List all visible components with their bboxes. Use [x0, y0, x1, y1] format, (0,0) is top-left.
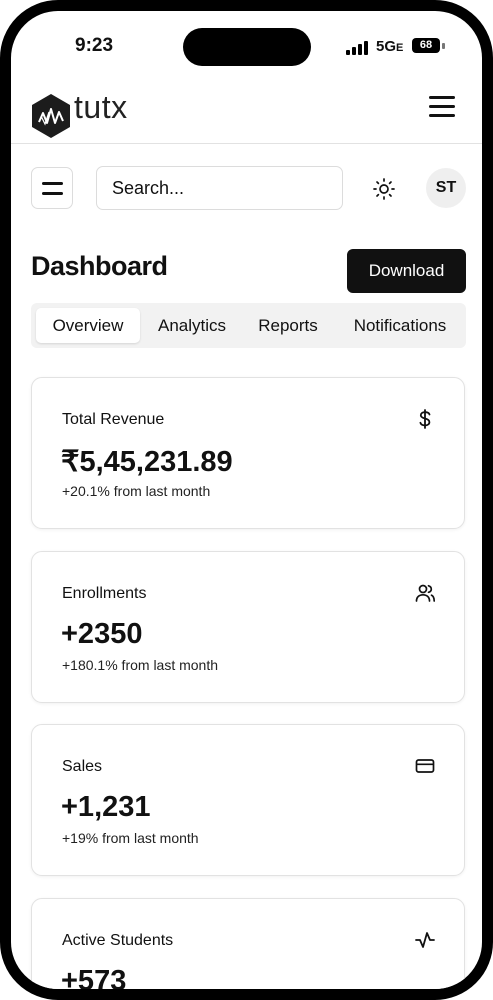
tab-reports[interactable]: Reports — [248, 308, 328, 343]
card-value: +2350 — [61, 618, 143, 650]
activity-icon — [415, 932, 435, 948]
card-label: Total Revenue — [62, 411, 165, 428]
network-indicator: 5GE — [376, 38, 403, 55]
dollar-icon — [419, 409, 431, 429]
card-value: +573 — [61, 965, 127, 997]
app-header: tutx — [11, 81, 482, 144]
card-label: Active Students — [62, 932, 174, 949]
users-icon — [415, 584, 436, 602]
menu-icon[interactable] — [429, 96, 455, 120]
download-button[interactable]: Download — [347, 249, 466, 293]
stat-card-sales: Sales +1,231 +19% from last month — [31, 724, 465, 876]
logo-icon — [32, 94, 70, 138]
dynamic-island — [183, 28, 311, 66]
network-suffix: E — [396, 42, 404, 54]
logo-text: tutx — [74, 89, 128, 125]
network-label: 5G — [376, 38, 397, 55]
card-label: Enrollments — [62, 585, 147, 602]
avatar[interactable]: ST — [426, 168, 466, 208]
card-note: +19% from last month — [62, 830, 199, 846]
sidebar-toggle-line — [42, 192, 63, 195]
search-input[interactable] — [96, 166, 343, 210]
stat-card-enrollments: Enrollments +2350 +180.1% from last mont… — [31, 551, 465, 703]
battery-icon: 68 — [412, 38, 440, 53]
status-time: 9:23 — [75, 35, 114, 56]
screen: 9:23 5GE 68 tutx ST — [11, 11, 482, 989]
phone-frame: 9:23 5GE 68 tutx ST — [0, 0, 493, 1000]
status-bar: 9:23 5GE 68 — [11, 11, 482, 71]
card-value: ₹5,45,231.89 — [61, 446, 233, 478]
sidebar-toggle-line — [42, 182, 63, 185]
stat-card-total-revenue: Total Revenue ₹5,45,231.89 +20.1% from l… — [31, 377, 465, 529]
card-note: +20.1% from last month — [62, 483, 211, 499]
credit-card-icon — [415, 759, 435, 773]
stat-card-active-students: Active Students +573 — [31, 898, 465, 997]
sun-icon[interactable] — [371, 176, 397, 202]
tab-overview[interactable]: Overview — [36, 308, 140, 343]
card-value: +1,231 — [61, 791, 151, 823]
sidebar-toggle-button[interactable] — [31, 167, 73, 209]
tab-analytics[interactable]: Analytics — [145, 308, 239, 343]
signal-icon — [346, 41, 368, 55]
card-note: +180.1% from last month — [62, 657, 219, 673]
tab-bar: Overview Analytics Reports Notifications — [31, 303, 466, 348]
battery-tip — [442, 43, 445, 49]
page-title: Dashboard — [31, 251, 168, 281]
card-label: Sales — [62, 758, 103, 775]
tab-notifications[interactable]: Notifications — [339, 308, 461, 343]
